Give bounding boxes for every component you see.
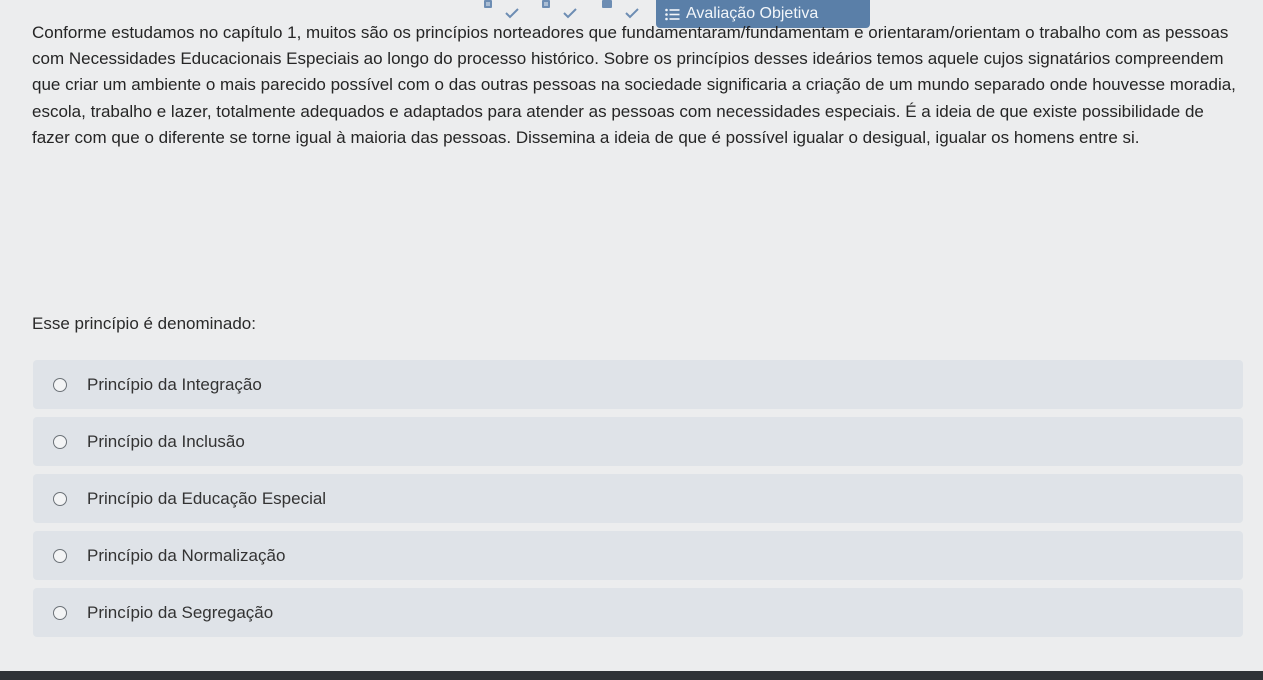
answer-option-label: Princípio da Educação Especial: [87, 488, 327, 508]
question-prompt: Esse princípio é denominado:: [32, 314, 256, 333]
answer-option-label: Princípio da Segregação: [87, 602, 274, 622]
screen-bottom-edge: [0, 671, 1263, 680]
radio-button[interactable]: [53, 491, 67, 506]
answer-option[interactable]: Princípio da Inclusão: [33, 417, 1243, 466]
radio-button[interactable]: [53, 548, 67, 563]
radio-button[interactable]: [53, 434, 67, 449]
answer-option[interactable]: Princípio da Integração: [33, 360, 1243, 409]
question-text: Conforme estudamos no capítulo 1, muitos…: [32, 23, 1236, 147]
answer-option-label: Princípio da Normalização: [87, 545, 286, 565]
answer-options: Princípio da Integração Princípio da Inc…: [33, 360, 1243, 645]
answer-option[interactable]: Princípio da Normalização: [33, 531, 1243, 580]
document-check-icon[interactable]: [596, 0, 640, 22]
page: Avaliação Objetiva Conforme estudamos no…: [0, 0, 1263, 680]
list-icon: [665, 8, 680, 21]
radio-button[interactable]: [53, 605, 67, 620]
answer-option[interactable]: Princípio da Segregação: [33, 588, 1243, 637]
document-check-icon[interactable]: [478, 0, 522, 22]
answer-option-label: Princípio da Integração: [87, 374, 262, 394]
answer-option-label: Princípio da Inclusão: [87, 431, 245, 451]
answer-option[interactable]: Princípio da Educação Especial: [33, 474, 1243, 523]
document-check-icon[interactable]: [536, 0, 580, 22]
radio-button[interactable]: [53, 377, 67, 392]
